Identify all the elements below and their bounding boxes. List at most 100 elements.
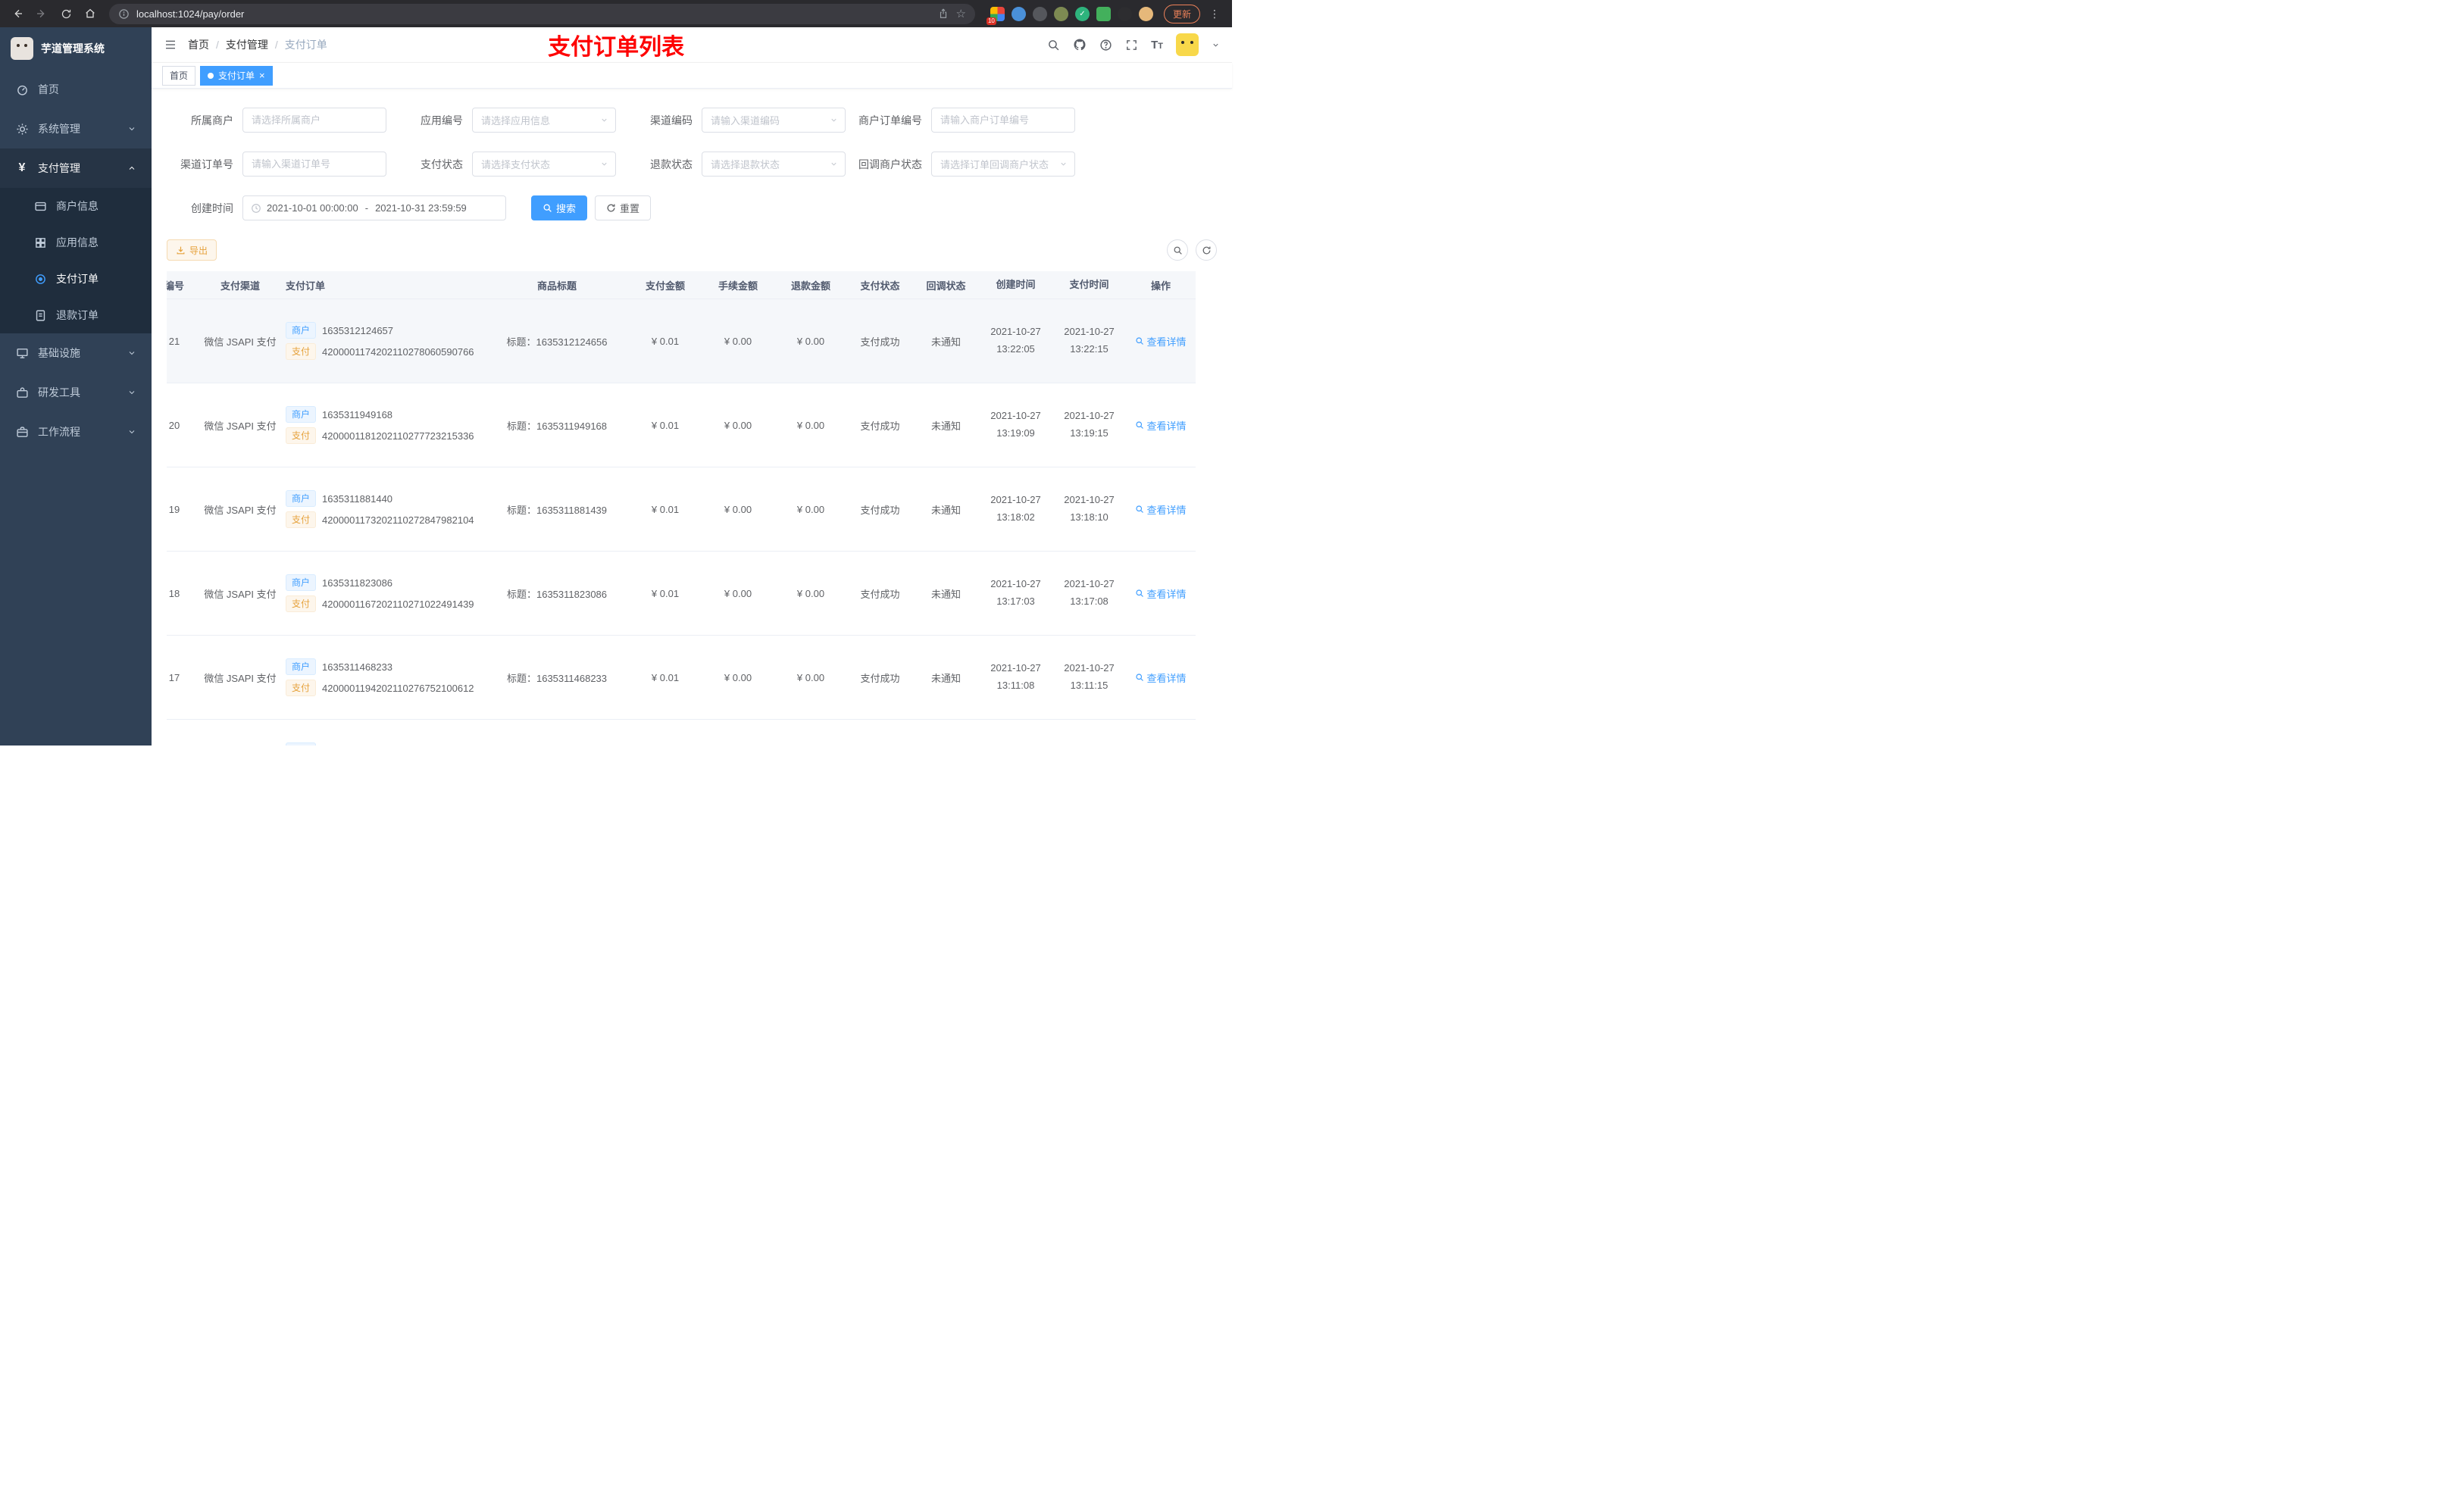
tab-pay-order[interactable]: 支付订单 × xyxy=(200,65,273,86)
address-bar[interactable]: localhost:1024/pay/order ☆ xyxy=(109,3,975,24)
sidebar-item-label: 应用信息 xyxy=(56,236,98,248)
breadcrumb-home[interactable]: 首页 xyxy=(188,37,209,52)
extension-puzzle-icon[interactable] xyxy=(1117,6,1132,21)
browser-update-button[interactable]: 更新 xyxy=(1163,4,1200,23)
refund-amount: ¥ 0.00 xyxy=(796,587,825,599)
caret-down-icon[interactable] xyxy=(1212,41,1220,49)
extension-olive-icon[interactable] xyxy=(1053,6,1068,21)
col-id: 编号 xyxy=(167,280,184,292)
pay-order-no: 4200001181202110277723215336 xyxy=(322,430,474,442)
date-separator: - xyxy=(364,202,369,214)
forward-button[interactable] xyxy=(32,4,52,23)
reload-button[interactable] xyxy=(56,4,76,23)
breadcrumb-separator: / xyxy=(274,39,278,51)
view-detail-label: 查看详情 xyxy=(1146,588,1187,600)
bookmark-star-icon[interactable]: ☆ xyxy=(956,8,966,20)
sidebar-item-home[interactable]: 首页 xyxy=(0,70,152,109)
yen-icon: ¥ xyxy=(18,161,26,174)
help-icon[interactable] xyxy=(1099,39,1112,52)
select-placeholder: 请输入渠道编码 xyxy=(711,115,780,127)
extension-check-icon[interactable]: ✓ xyxy=(1074,6,1090,21)
pay-order-cell: 商户 1635311949168 支付 42000011812021102777… xyxy=(282,402,485,449)
app-select[interactable]: 请选择应用信息 xyxy=(472,108,616,133)
extension-avatar-icon[interactable] xyxy=(1138,6,1153,21)
col-notify-status: 回调状态 xyxy=(926,280,966,292)
notify-status-select[interactable]: 请选择订单回调商户状态 xyxy=(931,152,1075,177)
pay-order-cell: 商户 1635311881440 支付 42000011732021102728… xyxy=(282,486,485,533)
notify-status: 未通知 xyxy=(930,336,961,348)
view-detail-link[interactable]: 查看详情 xyxy=(1135,670,1187,685)
sidebar-item-devtools[interactable]: 研发工具 xyxy=(0,373,152,412)
channel-order-no-input[interactable] xyxy=(242,152,386,177)
refund-status-select[interactable]: 请选择退款状态 xyxy=(702,152,846,177)
reset-button[interactable]: 重置 xyxy=(595,195,652,220)
view-detail-link[interactable]: 查看详情 xyxy=(1135,418,1187,433)
product-title: 标题：1635311823086 xyxy=(506,588,608,600)
product-title: 标题：1635311468233 xyxy=(506,672,608,684)
sidebar-item-merchant-info[interactable]: 商户信息 xyxy=(0,188,152,224)
font-size-icon[interactable]: TT xyxy=(1151,39,1163,52)
sidebar-item-infra[interactable]: 基础设施 xyxy=(0,333,152,373)
browser-menu-icon[interactable]: ⋮ xyxy=(1205,8,1224,20)
site-info-icon[interactable] xyxy=(118,8,130,20)
filter-label: 商户订单编号 xyxy=(858,114,922,127)
search-icon[interactable] xyxy=(1047,39,1060,52)
extension-blue-icon[interactable] xyxy=(1011,6,1026,21)
back-button[interactable] xyxy=(8,4,27,23)
search-button[interactable]: 搜索 xyxy=(531,195,588,220)
github-icon[interactable] xyxy=(1073,38,1087,52)
user-avatar[interactable] xyxy=(1176,33,1199,56)
view-detail-link[interactable]: 查看详情 xyxy=(1135,502,1187,517)
sidebar-item-app-info[interactable]: 应用信息 xyxy=(0,224,152,261)
select-placeholder: 请选择支付状态 xyxy=(481,159,551,170)
notify-status: 未通知 xyxy=(930,504,961,516)
chevron-down-icon xyxy=(830,160,838,168)
fullscreen-icon[interactable] xyxy=(1125,39,1138,52)
sidebar-collapse-icon[interactable] xyxy=(164,39,177,51)
channel-code-select[interactable]: 请输入渠道编码 xyxy=(702,108,846,133)
extension-blocks-icon[interactable]: 10 xyxy=(986,6,1005,25)
chevron-down-icon xyxy=(830,116,838,124)
create-time: 2021-10-27 13:19:09 xyxy=(990,410,1041,439)
extension-chat-icon[interactable] xyxy=(1096,6,1111,21)
toolbar-refresh-button[interactable] xyxy=(1196,239,1217,261)
filter-app: 应用编号 请选择应用信息 xyxy=(396,108,616,133)
view-detail-link[interactable]: 查看详情 xyxy=(1135,334,1187,349)
sidebar-item-payment[interactable]: ¥ 支付管理 xyxy=(0,148,152,188)
reset-button-label: 重置 xyxy=(620,203,640,214)
home-button[interactable] xyxy=(80,4,100,23)
merchant-input[interactable] xyxy=(242,108,386,133)
bank-card-icon xyxy=(33,199,47,213)
export-button[interactable]: 导出 xyxy=(167,239,217,261)
sidebar-item-pay-order[interactable]: 支付订单 xyxy=(0,261,152,297)
select-placeholder: 请选择退款状态 xyxy=(711,159,780,170)
clock-icon xyxy=(251,203,261,214)
close-icon[interactable]: × xyxy=(259,70,265,80)
url-text: localhost:1024/pay/order xyxy=(136,8,245,20)
chevron-down-icon xyxy=(127,388,136,397)
date-range-input[interactable]: 2021-10-01 00:00:00 - 2021-10-31 23:59:5… xyxy=(242,195,506,220)
notify-status: 未通知 xyxy=(930,672,961,684)
search-icon xyxy=(1136,674,1144,681)
pay-status-select[interactable]: 请选择支付状态 xyxy=(472,152,616,177)
merchant-order-no-input[interactable] xyxy=(931,108,1075,133)
fee-amount: ¥ 0.00 xyxy=(724,335,752,347)
app-logo: 芋道管理系统 xyxy=(0,27,152,70)
sidebar-item-workflow[interactable]: 工作流程 xyxy=(0,412,152,452)
share-icon[interactable] xyxy=(938,8,949,19)
breadcrumb-payment[interactable]: 支付管理 xyxy=(226,37,268,52)
sidebar-item-system[interactable]: 系统管理 xyxy=(0,109,152,148)
toolbar-search-toggle[interactable] xyxy=(1167,239,1188,261)
extension-badge: 10 xyxy=(986,17,996,25)
filter-label: 应用编号 xyxy=(421,114,463,127)
sidebar: 芋道管理系统 首页 系统管理 ¥ 支付管理 商户信息 应用信息 支付订单 退款订… xyxy=(0,27,152,746)
payment-submenu: 商户信息 应用信息 支付订单 退款订单 xyxy=(0,188,152,333)
merchant-order-no: 1635311949168 xyxy=(322,408,393,420)
view-detail-link[interactable]: 查看详情 xyxy=(1135,586,1187,601)
extension-gray-icon[interactable] xyxy=(1032,6,1047,21)
col-title: 商品标题 xyxy=(536,280,577,292)
filter-channel-code: 渠道编码 请输入渠道编码 xyxy=(626,108,846,133)
tab-home[interactable]: 首页 xyxy=(162,65,196,86)
sidebar-item-refund-order[interactable]: 退款订单 xyxy=(0,297,152,333)
create-time: 2021-10-27 13:18:02 xyxy=(990,494,1041,523)
